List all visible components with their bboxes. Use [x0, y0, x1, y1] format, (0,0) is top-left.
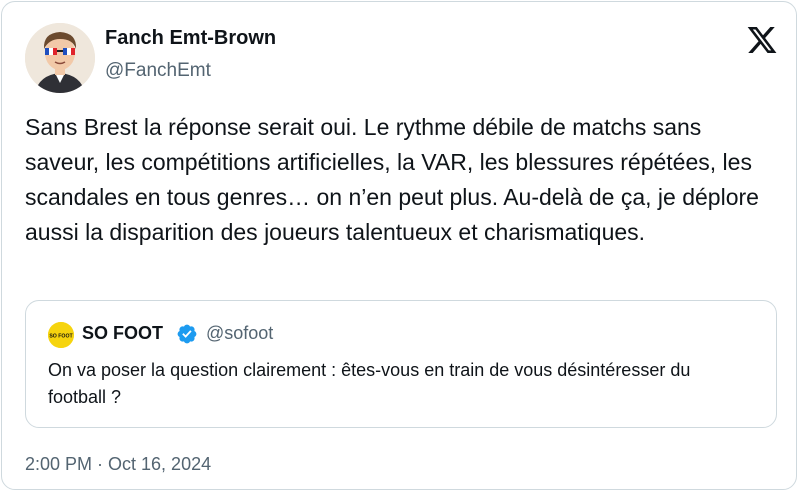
author-handle[interactable]: @FanchEmt [105, 60, 211, 82]
verified-badge-icon [176, 323, 198, 345]
quoted-handle[interactable]: @sofoot [206, 323, 273, 344]
sofoot-logo-text: SO FOOT [49, 334, 73, 340]
author-name[interactable]: Fanch Emt-Brown [105, 27, 276, 50]
author-avatar[interactable] [25, 23, 95, 93]
tweet-timestamp[interactable]: 2:00 PM · Oct 16, 2024 [25, 454, 211, 475]
quoted-text: On va poser la question clairement : ête… [48, 360, 691, 407]
x-logo-icon[interactable] [746, 24, 778, 56]
tweet-text: Sans Brest la réponse serait oui. Le ryt… [25, 114, 766, 245]
quoted-tweet[interactable]: SO FOOT SO FOOT @sofoot On va poser la q… [25, 300, 777, 428]
quoted-avatar[interactable]: SO FOOT [48, 322, 74, 348]
tweet-card: Fanch Emt-Brown @FanchEmt Sans Brest la … [1, 1, 797, 490]
quoted-name[interactable]: SO FOOT [82, 323, 163, 344]
cartoon-avatar-icon [25, 23, 95, 93]
